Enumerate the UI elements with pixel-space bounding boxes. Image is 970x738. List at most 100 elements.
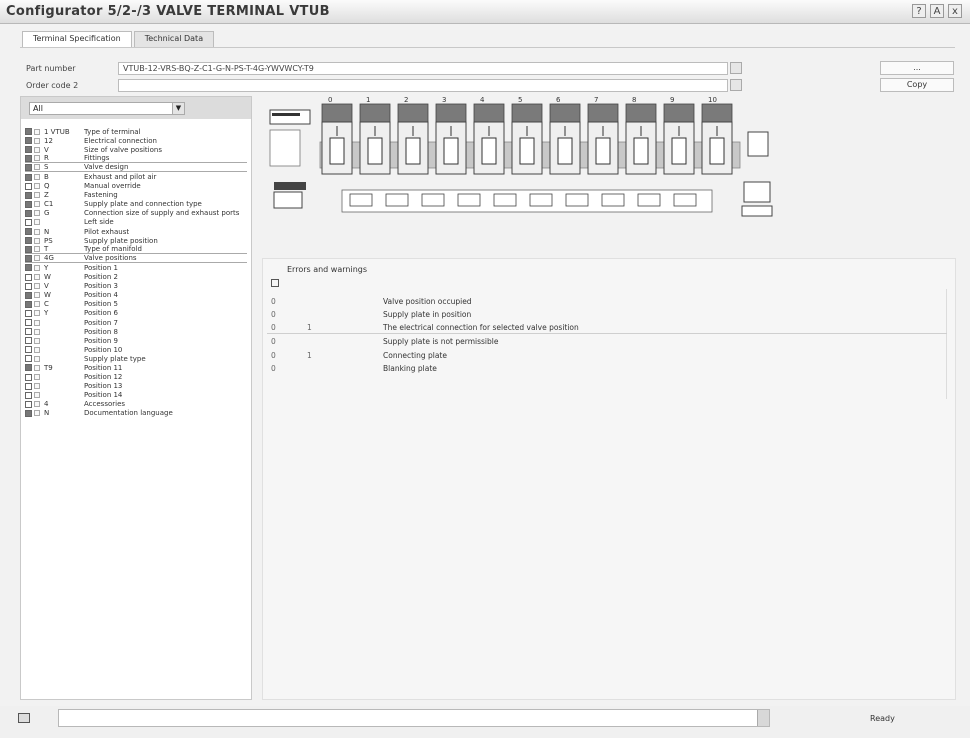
feature-list-item[interactable]: 12 Electrical connection: [25, 136, 247, 145]
tab-technical-data[interactable]: Technical Data: [133, 31, 215, 47]
feature-checkbox[interactable]: [25, 163, 32, 171]
expand-icon[interactable]: [34, 374, 40, 381]
feature-checkbox[interactable]: [25, 173, 32, 181]
feature-list-item[interactable]: Position 12: [25, 373, 247, 382]
feature-list-item[interactable]: Position 10: [25, 345, 247, 354]
order-code-field[interactable]: [118, 78, 728, 92]
expand-icon[interactable]: [34, 392, 40, 399]
feature-list-item[interactable]: T Type of manifold: [25, 245, 247, 255]
chevron-down-icon[interactable]: ▼: [172, 103, 184, 114]
browse-button[interactable]: ...: [880, 61, 954, 75]
expand-icon[interactable]: [34, 237, 40, 244]
expand-icon[interactable]: [34, 201, 40, 208]
feature-checkbox[interactable]: [25, 273, 32, 281]
help-icon[interactable]: ?: [912, 4, 926, 18]
feature-list-item[interactable]: G Connection size of supply and exhaust p…: [25, 209, 247, 218]
feature-list-item[interactable]: Position 13: [25, 382, 247, 391]
feature-list-item[interactable]: V Position 3: [25, 282, 247, 291]
close-icon[interactable]: x: [948, 4, 962, 18]
feature-checkbox[interactable]: [25, 245, 32, 253]
filter-select[interactable]: All ▼: [29, 102, 185, 115]
message-row[interactable]: 0 1 Connecting plate: [267, 349, 947, 361]
feature-checkbox[interactable]: [25, 373, 32, 381]
expand-icon[interactable]: [34, 346, 40, 353]
tab-terminal-specification[interactable]: Terminal Specification: [22, 31, 132, 47]
part-number-spin-button[interactable]: [730, 62, 742, 74]
feature-checkbox[interactable]: [25, 282, 32, 290]
expand-icon[interactable]: [34, 146, 40, 153]
feature-list-item[interactable]: W Position 4: [25, 291, 247, 300]
feature-checkbox[interactable]: [25, 382, 32, 390]
feature-checkbox[interactable]: [25, 346, 32, 354]
expand-icon[interactable]: [34, 210, 40, 217]
expand-icon[interactable]: [34, 228, 40, 235]
expand-icon[interactable]: [34, 255, 40, 262]
feature-list-item[interactable]: R Fittings: [25, 154, 247, 164]
order-code-spin-button[interactable]: [730, 79, 742, 91]
feature-checkbox[interactable]: [25, 391, 32, 399]
feature-list-item[interactable]: Left side: [25, 218, 247, 227]
feature-list-item[interactable]: 4 Accessories: [25, 400, 247, 409]
expand-icon[interactable]: [34, 383, 40, 390]
feature-list-item[interactable]: Supply plate type: [25, 354, 247, 363]
expand-icon[interactable]: [34, 283, 40, 290]
feature-checkbox[interactable]: [25, 218, 32, 226]
expand-icon[interactable]: [34, 301, 40, 308]
feature-list-item[interactable]: T9 Position 11: [25, 363, 247, 372]
expand-icon[interactable]: [34, 401, 40, 408]
feature-list-item[interactable]: V Size of valve positions: [25, 145, 247, 154]
feature-list-item[interactable]: Y Position 1: [25, 263, 247, 272]
feature-checkbox[interactable]: [25, 355, 32, 363]
expand-icon[interactable]: [34, 274, 40, 281]
feature-list-item[interactable]: C1 Supply plate and connection type: [25, 200, 247, 209]
message-row[interactable]: 0 Valve position occupied: [267, 295, 947, 307]
message-row[interactable]: 0 Supply plate is not permissible: [267, 335, 947, 347]
expand-icon[interactable]: [34, 219, 40, 226]
feature-list-item[interactable]: C Position 5: [25, 300, 247, 309]
feature-checkbox[interactable]: [25, 264, 32, 272]
feature-list-item[interactable]: Position 9: [25, 336, 247, 345]
expand-icon[interactable]: [34, 410, 40, 417]
expand-icon[interactable]: [34, 337, 40, 344]
part-number-field[interactable]: VTUB-12-VRS-BQ-Z-C1-G-N-PS-T-4G-YWVWCY-T…: [118, 61, 728, 75]
message-row[interactable]: 0 1 The electrical connection for selected…: [267, 322, 947, 334]
feature-list-item[interactable]: 4G Valve positions: [25, 254, 247, 264]
feature-checkbox[interactable]: [25, 182, 32, 190]
expand-icon[interactable]: [34, 137, 40, 144]
feature-checkbox[interactable]: [25, 300, 32, 308]
copy-button[interactable]: Copy: [880, 78, 954, 92]
expand-icon[interactable]: [34, 246, 40, 253]
feature-checkbox[interactable]: [25, 328, 32, 336]
feature-list-item[interactable]: W Position 2: [25, 273, 247, 282]
feature-checkbox[interactable]: [25, 309, 32, 317]
expand-icon[interactable]: [34, 328, 40, 335]
feature-checkbox[interactable]: [25, 209, 32, 217]
expand-icon[interactable]: [34, 364, 40, 371]
expand-icon[interactable]: [34, 319, 40, 326]
feature-list-item[interactable]: B Exhaust and pilot air: [25, 172, 247, 181]
expand-icon[interactable]: [34, 164, 40, 171]
feature-list-item[interactable]: PS Supply plate position: [25, 236, 247, 245]
message-row[interactable]: 0 Supply plate in position: [267, 308, 947, 320]
expand-icon[interactable]: [34, 183, 40, 190]
feature-list-item[interactable]: 1 VTUB Type of terminal: [25, 127, 247, 136]
feature-list-item[interactable]: N Documentation language: [25, 409, 247, 418]
minimize-icon[interactable]: A: [930, 4, 944, 18]
feature-checkbox[interactable]: [25, 337, 32, 345]
feature-checkbox[interactable]: [25, 237, 32, 245]
feature-checkbox[interactable]: [25, 154, 32, 162]
message-row[interactable]: 0 Blanking plate: [267, 362, 947, 374]
feature-list-item[interactable]: N Pilot exhaust: [25, 227, 247, 236]
expand-icon[interactable]: [34, 192, 40, 199]
expand-icon[interactable]: [34, 264, 40, 271]
feature-checkbox[interactable]: [25, 200, 32, 208]
expand-icon[interactable]: [34, 155, 40, 162]
expand-icon[interactable]: [34, 174, 40, 181]
feature-checkbox[interactable]: [25, 319, 32, 327]
feature-list-item[interactable]: Y Position 6: [25, 309, 247, 318]
feature-checkbox[interactable]: [25, 364, 32, 372]
feature-list-item[interactable]: Z Fastening: [25, 191, 247, 200]
expand-icon[interactable]: [34, 128, 40, 135]
feature-checkbox[interactable]: [25, 128, 32, 136]
feature-list-item[interactable]: Q Manual override: [25, 182, 247, 191]
